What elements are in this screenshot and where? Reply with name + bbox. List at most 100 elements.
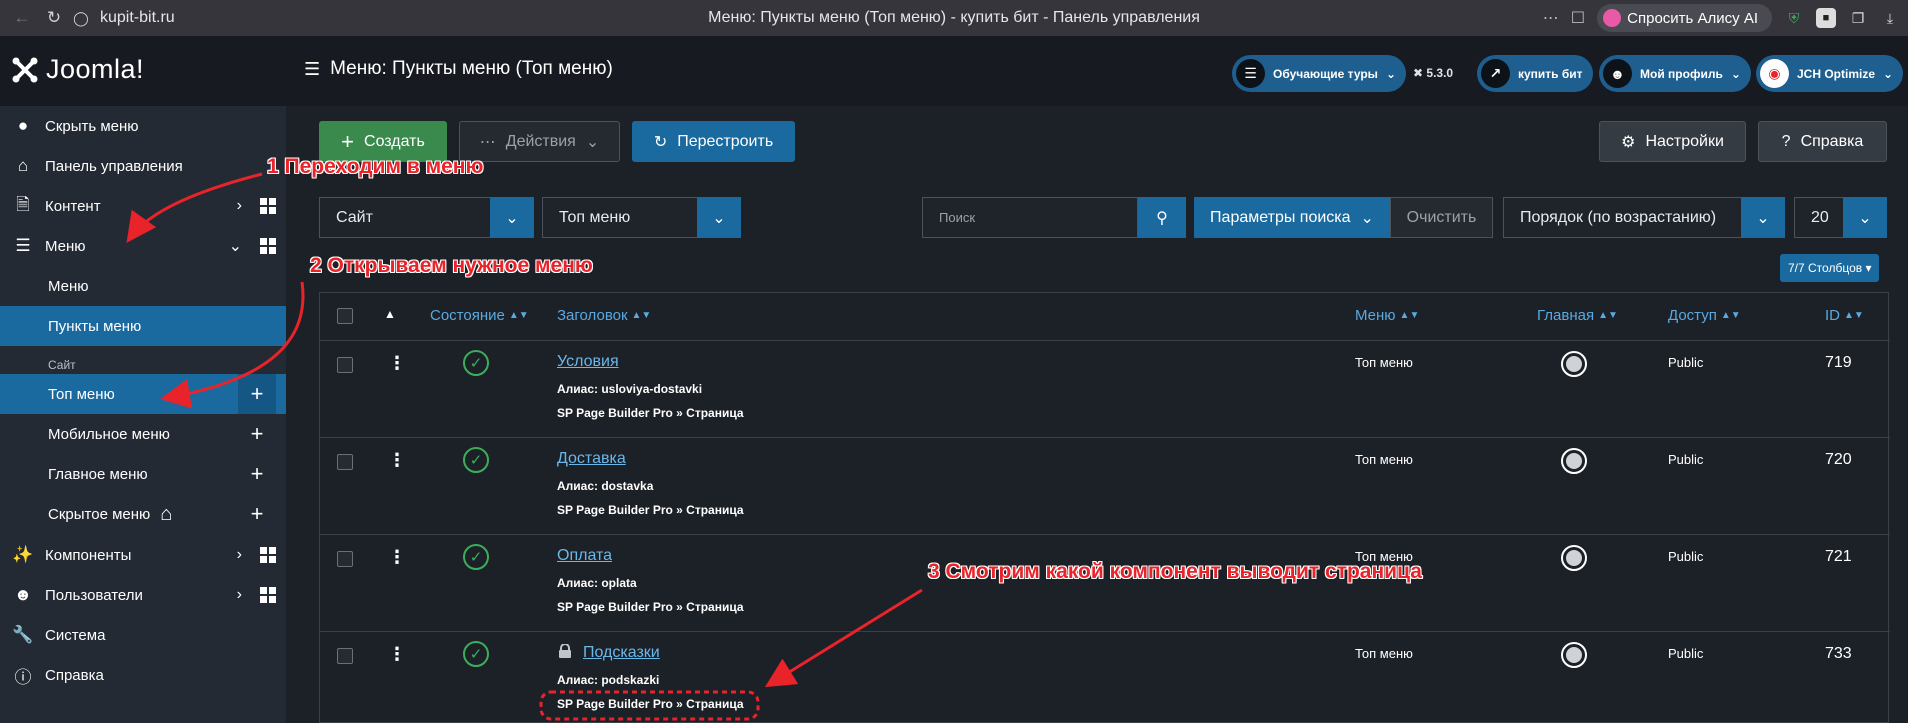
published-check-icon[interactable]: ✓ — [463, 350, 489, 376]
item-menu: Топ меню — [1355, 355, 1413, 370]
help-button[interactable]: ? Справка — [1758, 121, 1887, 162]
rebuild-button[interactable]: ↻ Перестроить — [632, 121, 795, 162]
title-header[interactable]: Заголовок ▲▼ — [557, 307, 651, 324]
sort-icon: ▲▼ — [1598, 310, 1618, 321]
view-site-button[interactable]: ↗ купить бит — [1477, 55, 1593, 92]
signpost-icon: ☰ — [1236, 59, 1265, 88]
sidebar-item-dashboard[interactable]: ⌂ Панель управления — [0, 146, 286, 186]
joomla-logo[interactable]: Joomla! — [10, 54, 144, 85]
sidebar-sub-menu-items[interactable]: Пункты меню — [0, 306, 286, 346]
sidebar-item-toggle-menu[interactable]: ● Скрыть меню — [0, 106, 286, 146]
search-options-button[interactable]: Параметры поиска ⌄ — [1194, 197, 1390, 238]
options-button[interactable]: ⚙ Настройки — [1599, 121, 1746, 162]
shield-icon[interactable]: ⛨ — [1784, 8, 1804, 28]
drag-handle-icon[interactable]: ⋮ — [388, 547, 406, 568]
sidebar-sub-main-menu[interactable]: Главное меню + — [0, 454, 286, 494]
row-checkbox[interactable] — [337, 454, 353, 470]
select-all-checkbox[interactable] — [337, 308, 353, 324]
search-button[interactable]: ⚲ — [1138, 197, 1186, 238]
search-input[interactable]: Поиск — [922, 197, 1138, 238]
row-checkbox[interactable] — [337, 357, 353, 373]
home-header[interactable]: Главная ▲▼ — [1537, 307, 1618, 324]
sidebar-sub-top-menu[interactable]: Топ меню + — [0, 374, 286, 414]
dashboard-grid-icon[interactable] — [260, 238, 276, 254]
client-select[interactable]: Сайт ⌄ — [319, 197, 534, 238]
collections-icon[interactable]: ❐ — [1848, 8, 1868, 28]
drag-handle-icon[interactable]: ⋮ — [388, 644, 406, 665]
actions-label: Действия — [505, 132, 576, 150]
clear-button[interactable]: Очистить — [1390, 197, 1493, 238]
drag-handle-icon[interactable]: ⋮ — [388, 353, 406, 374]
add-icon[interactable]: + — [238, 494, 276, 534]
default-home-icon[interactable] — [1561, 351, 1587, 377]
published-check-icon[interactable]: ✓ — [463, 641, 489, 667]
dashboard-grid-icon[interactable] — [260, 547, 276, 563]
sidebar-sub-mobile-menu[interactable]: Мобильное меню + — [0, 414, 286, 454]
row-checkbox[interactable] — [337, 551, 353, 567]
item-title-link[interactable]: Оплата — [557, 547, 612, 565]
address-bar-url[interactable]: kupit-bit.ru — [100, 9, 175, 27]
menu-select[interactable]: Топ меню ⌄ — [542, 197, 741, 238]
row-checkbox[interactable] — [337, 648, 353, 664]
sidebar-item-label: Панель управления — [45, 157, 183, 175]
bookmark-icon[interactable]: ☐ — [1571, 8, 1585, 28]
alice-button[interactable]: Спросить Алису AI — [1597, 4, 1772, 32]
table-row: ⋮ ✓ Доставка Алиас: dostavka SP Page Bui… — [320, 438, 1890, 535]
ordering-select[interactable]: Порядок (по возрастанию) ⌄ — [1503, 197, 1785, 238]
clear-label: Очистить — [1406, 208, 1477, 226]
item-title-link[interactable]: Доставка — [557, 450, 626, 468]
add-icon[interactable]: + — [238, 414, 276, 454]
plus-icon: + — [341, 128, 355, 154]
sidebar-item-users[interactable]: ☻ Пользователи › — [0, 575, 286, 615]
default-home-icon[interactable] — [1561, 642, 1587, 668]
list-icon: ☰ — [15, 236, 31, 255]
reload-icon[interactable]: ↻ — [38, 2, 70, 34]
menu-header[interactable]: Меню ▲▼ — [1355, 307, 1419, 324]
item-menu: Топ меню — [1355, 452, 1413, 467]
sidebar-item-menus[interactable]: ☰ Меню ⌄ — [0, 226, 286, 266]
jch-optimize-button[interactable]: ◉ JCH Optimize ⌄ — [1756, 55, 1904, 92]
access-header[interactable]: Доступ ▲▼ — [1668, 307, 1741, 324]
add-icon[interactable]: + — [238, 454, 276, 494]
item-menu: Топ меню — [1355, 646, 1413, 661]
ordering-header[interactable]: ▲ — [384, 307, 396, 321]
status-header[interactable]: Состояние ▲▼ — [430, 307, 529, 324]
chevron-right-icon: › — [236, 197, 242, 214]
extension-icon[interactable]: ■ — [1816, 8, 1836, 28]
sidebar-item-help[interactable]: ⓘ Справка — [0, 655, 286, 695]
sidebar-item-label: Топ меню — [48, 385, 115, 403]
limit-select[interactable]: 20 ⌄ — [1794, 197, 1887, 238]
sidebar-item-components[interactable]: ✨ Компоненты › — [0, 535, 286, 575]
sidebar-sub-manage-menus[interactable]: Меню — [0, 266, 286, 306]
wrench-icon: 🔧 — [12, 625, 34, 644]
dashboard-grid-icon[interactable] — [260, 198, 276, 214]
guided-tours-button[interactable]: ☰ Обучающие туры ⌄ — [1232, 55, 1406, 92]
published-check-icon[interactable]: ✓ — [463, 447, 489, 473]
default-home-icon[interactable] — [1561, 448, 1587, 474]
chevron-down-icon: ⌄ — [1883, 66, 1894, 81]
item-alias: Алиас: podskazki — [557, 673, 660, 687]
default-home-icon[interactable] — [1561, 545, 1587, 571]
user-icon: ☻ — [1603, 59, 1632, 88]
menu-items-table: ▲ Состояние ▲▼ Заголовок ▲▼ Меню ▲▼ Главная… — [319, 292, 1890, 723]
more-icon[interactable]: ⋯ — [1543, 8, 1559, 28]
add-icon[interactable]: + — [238, 374, 276, 414]
sidebar-item-content[interactable]: 🗎 Контент › — [0, 186, 286, 226]
version-badge: ✖ 5.3.0 — [1413, 66, 1454, 80]
back-icon[interactable]: ← — [6, 2, 38, 34]
menu-select-value: Топ меню — [559, 208, 631, 226]
dashboard-grid-icon[interactable] — [260, 587, 276, 603]
profile-button[interactable]: ☻ Мой профиль ⌄ — [1599, 55, 1751, 92]
profile-label: Мой профиль — [1640, 66, 1723, 81]
columns-button[interactable]: 7/7 Столбцов ▾ — [1780, 254, 1880, 282]
item-title-link[interactable]: Условия — [557, 353, 619, 371]
sidebar-sub-hidden-menu[interactable]: Скрытое меню ⌂ + — [0, 494, 286, 534]
item-title-link[interactable]: Подсказки — [583, 644, 660, 662]
published-check-icon[interactable]: ✓ — [463, 544, 489, 570]
download-icon[interactable]: ⤓ — [1880, 8, 1900, 28]
id-header[interactable]: ID ▲▼ — [1825, 307, 1864, 324]
site-info-icon[interactable]: ◯ — [70, 2, 92, 34]
sort-icon: ▲▼ — [1844, 310, 1864, 321]
drag-handle-icon[interactable]: ⋮ — [388, 450, 406, 471]
sidebar-item-system[interactable]: 🔧 Система — [0, 615, 286, 655]
